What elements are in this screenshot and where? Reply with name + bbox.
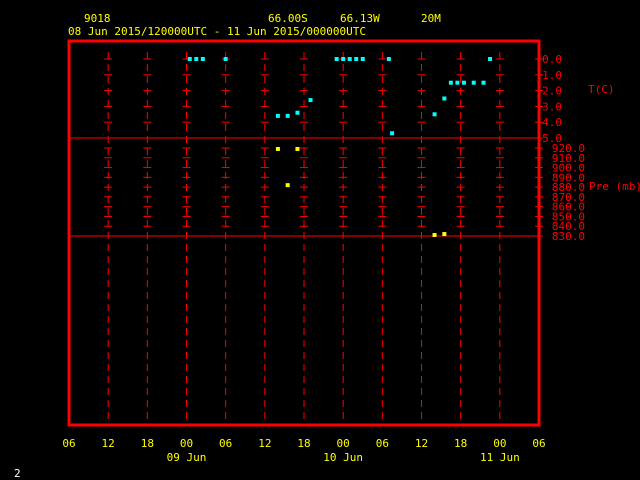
- pressure-axis-label: Pre (mb): [589, 180, 640, 193]
- x-date-label: 10 Jun: [323, 451, 363, 464]
- temperature-point: [194, 57, 199, 61]
- x-tick-label: 12: [415, 437, 428, 450]
- temperature-point: [354, 57, 359, 61]
- station-height: 20M: [421, 12, 441, 25]
- x-tick-label: 18: [141, 437, 154, 450]
- pressure-tick-label: 830.0: [552, 230, 585, 243]
- temp-axis-label: T(C): [588, 83, 615, 96]
- pressure-point: [285, 183, 290, 188]
- x-axis-ticks: 06 12 18 00 06 12 18 00 06 12 18 00 06 09 Jun 10 Jun 11…: [62, 437, 545, 464]
- temperature-point: [481, 80, 486, 85]
- temp-tick-label: 0.0: [542, 53, 562, 66]
- temperature-point: [390, 131, 395, 136]
- x-date-label: 09 Jun: [167, 451, 207, 464]
- meteogram-chart: 9018 66.00S 66.13W 20M 08 Jun 2015/12000…: [14, 12, 640, 480]
- y-axis-ticks: 0.0-1.0-2.0-3.0-4.0-5.0920.0910.0900.089…: [536, 53, 640, 243]
- longitude: 66.13W: [340, 12, 380, 25]
- x-tick-label: 18: [454, 437, 467, 450]
- temperature-point: [432, 112, 437, 117]
- temperature-point: [295, 110, 300, 115]
- temperature-point: [360, 57, 365, 61]
- x-tick-label: 00: [337, 437, 350, 450]
- x-date-label: 11 Jun: [480, 451, 520, 464]
- temperature-point: [223, 57, 228, 61]
- time-period: 08 Jun 2015/120000UTC - 11 Jun 2015/0000…: [68, 25, 366, 38]
- latitude: 66.00S: [268, 12, 308, 25]
- temperature-point: [461, 80, 466, 85]
- temperature-point: [386, 57, 391, 61]
- station-id: 9018: [84, 12, 111, 25]
- pressure-point: [442, 232, 447, 237]
- x-tick-label: 00: [493, 437, 506, 450]
- temperature-point: [455, 80, 460, 85]
- x-tick-label: 06: [219, 437, 232, 450]
- temperature-point: [187, 57, 192, 61]
- pressure-point: [295, 146, 300, 151]
- x-tick-label: 00: [180, 437, 193, 450]
- temperature-point: [285, 113, 290, 118]
- pressure-point: [432, 233, 437, 238]
- x-tick-label: 06: [532, 437, 545, 450]
- temperature-point: [488, 57, 493, 61]
- x-tick-label: 12: [258, 437, 271, 450]
- data-marks: [187, 57, 493, 238]
- temperature-point: [200, 57, 205, 61]
- plot-grid: [69, 52, 543, 420]
- pressure-point: [275, 146, 280, 151]
- x-tick-label: 12: [102, 437, 115, 450]
- temperature-point: [334, 57, 339, 61]
- x-tick-label: 06: [62, 437, 75, 450]
- temperature-point: [275, 113, 280, 118]
- temperature-point: [341, 57, 346, 61]
- temperature-point: [308, 98, 313, 103]
- page-number: 2: [14, 467, 21, 480]
- x-tick-label: 18: [297, 437, 310, 450]
- x-tick-label: 06: [376, 437, 389, 450]
- temperature-point: [442, 96, 447, 101]
- temperature-point: [471, 80, 476, 85]
- temperature-point: [347, 57, 352, 61]
- temperature-point: [448, 80, 453, 85]
